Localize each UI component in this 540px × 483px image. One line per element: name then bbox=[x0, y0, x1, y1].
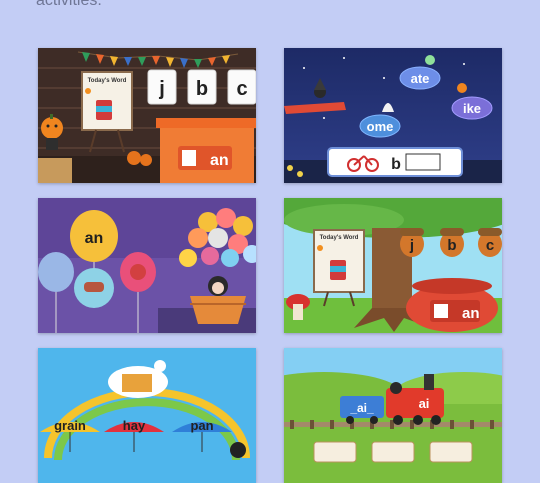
activity-card-word-bin[interactable]: Today's Word j b c an bbox=[38, 48, 256, 183]
basket bbox=[190, 296, 246, 324]
night-sky-scene: ate ike ome b bbox=[284, 48, 502, 183]
answer-box-1[interactable] bbox=[313, 441, 357, 463]
word-bubble-1[interactable]: ate bbox=[411, 71, 430, 86]
letter-tile-3[interactable]: c bbox=[236, 78, 247, 100]
activity-card-balloons[interactable]: an bbox=[38, 198, 256, 333]
picture-clue bbox=[122, 374, 152, 392]
activity-card-night-sky[interactable]: ate ike ome b bbox=[284, 48, 502, 183]
acorn-letter-1[interactable]: j bbox=[409, 237, 414, 254]
answer-blank[interactable] bbox=[405, 153, 441, 171]
speaker-icon[interactable] bbox=[85, 88, 91, 94]
speaker-icon[interactable] bbox=[317, 245, 323, 251]
answer-blank[interactable] bbox=[182, 150, 196, 166]
balloon-picture-1[interactable] bbox=[38, 252, 74, 292]
balloons-scene: an bbox=[38, 198, 256, 333]
letter-tile-1[interactable]: j bbox=[158, 78, 165, 100]
umbrella-word-2: hay bbox=[123, 418, 146, 433]
pumpkin-character bbox=[457, 83, 467, 93]
word-bubble-3[interactable]: ome bbox=[367, 119, 394, 134]
answer-box-3[interactable] bbox=[429, 441, 473, 463]
answer-blank[interactable] bbox=[434, 304, 448, 318]
train-car-label: _ai_ bbox=[349, 401, 374, 415]
train-scene: _ai_ ai bbox=[284, 348, 502, 483]
umbrella-word-3: pan bbox=[190, 418, 213, 433]
word-ending: an bbox=[210, 152, 229, 169]
pumpkin-character bbox=[41, 117, 63, 139]
train-engine-label: ai bbox=[419, 396, 430, 411]
acorn-letter-3[interactable]: c bbox=[486, 237, 494, 254]
word-ending: an bbox=[462, 305, 480, 322]
character bbox=[230, 442, 246, 458]
answer-box-2[interactable] bbox=[371, 441, 415, 463]
word-bubble-2[interactable]: ike bbox=[463, 101, 481, 116]
sign-title: Today's Word bbox=[320, 235, 359, 241]
activity-card-train[interactable]: _ai_ ai bbox=[284, 348, 502, 483]
word-bin-scene: Today's Word j b c an bbox=[38, 48, 256, 183]
umbrellas-scene: grain hay pan bbox=[38, 348, 256, 483]
intro-text: activities. bbox=[36, 0, 102, 9]
letter-tile-2[interactable]: b bbox=[196, 78, 208, 100]
activity-card-umbrellas[interactable]: grain hay pan bbox=[38, 348, 256, 483]
acorn-tree-scene: Today's Word j b c an bbox=[284, 198, 502, 333]
ghost-character-2 bbox=[425, 55, 435, 65]
train-driver bbox=[390, 382, 402, 394]
word-start-letter: b bbox=[391, 156, 401, 173]
umbrella-word-1: grain bbox=[54, 418, 86, 433]
acorn-letter-2[interactable]: b bbox=[447, 237, 456, 254]
activity-card-acorn-tree[interactable]: Today's Word j b c an bbox=[284, 198, 502, 333]
balloon-word-text: an bbox=[85, 230, 104, 247]
sign-title: Today's Word bbox=[88, 78, 127, 84]
